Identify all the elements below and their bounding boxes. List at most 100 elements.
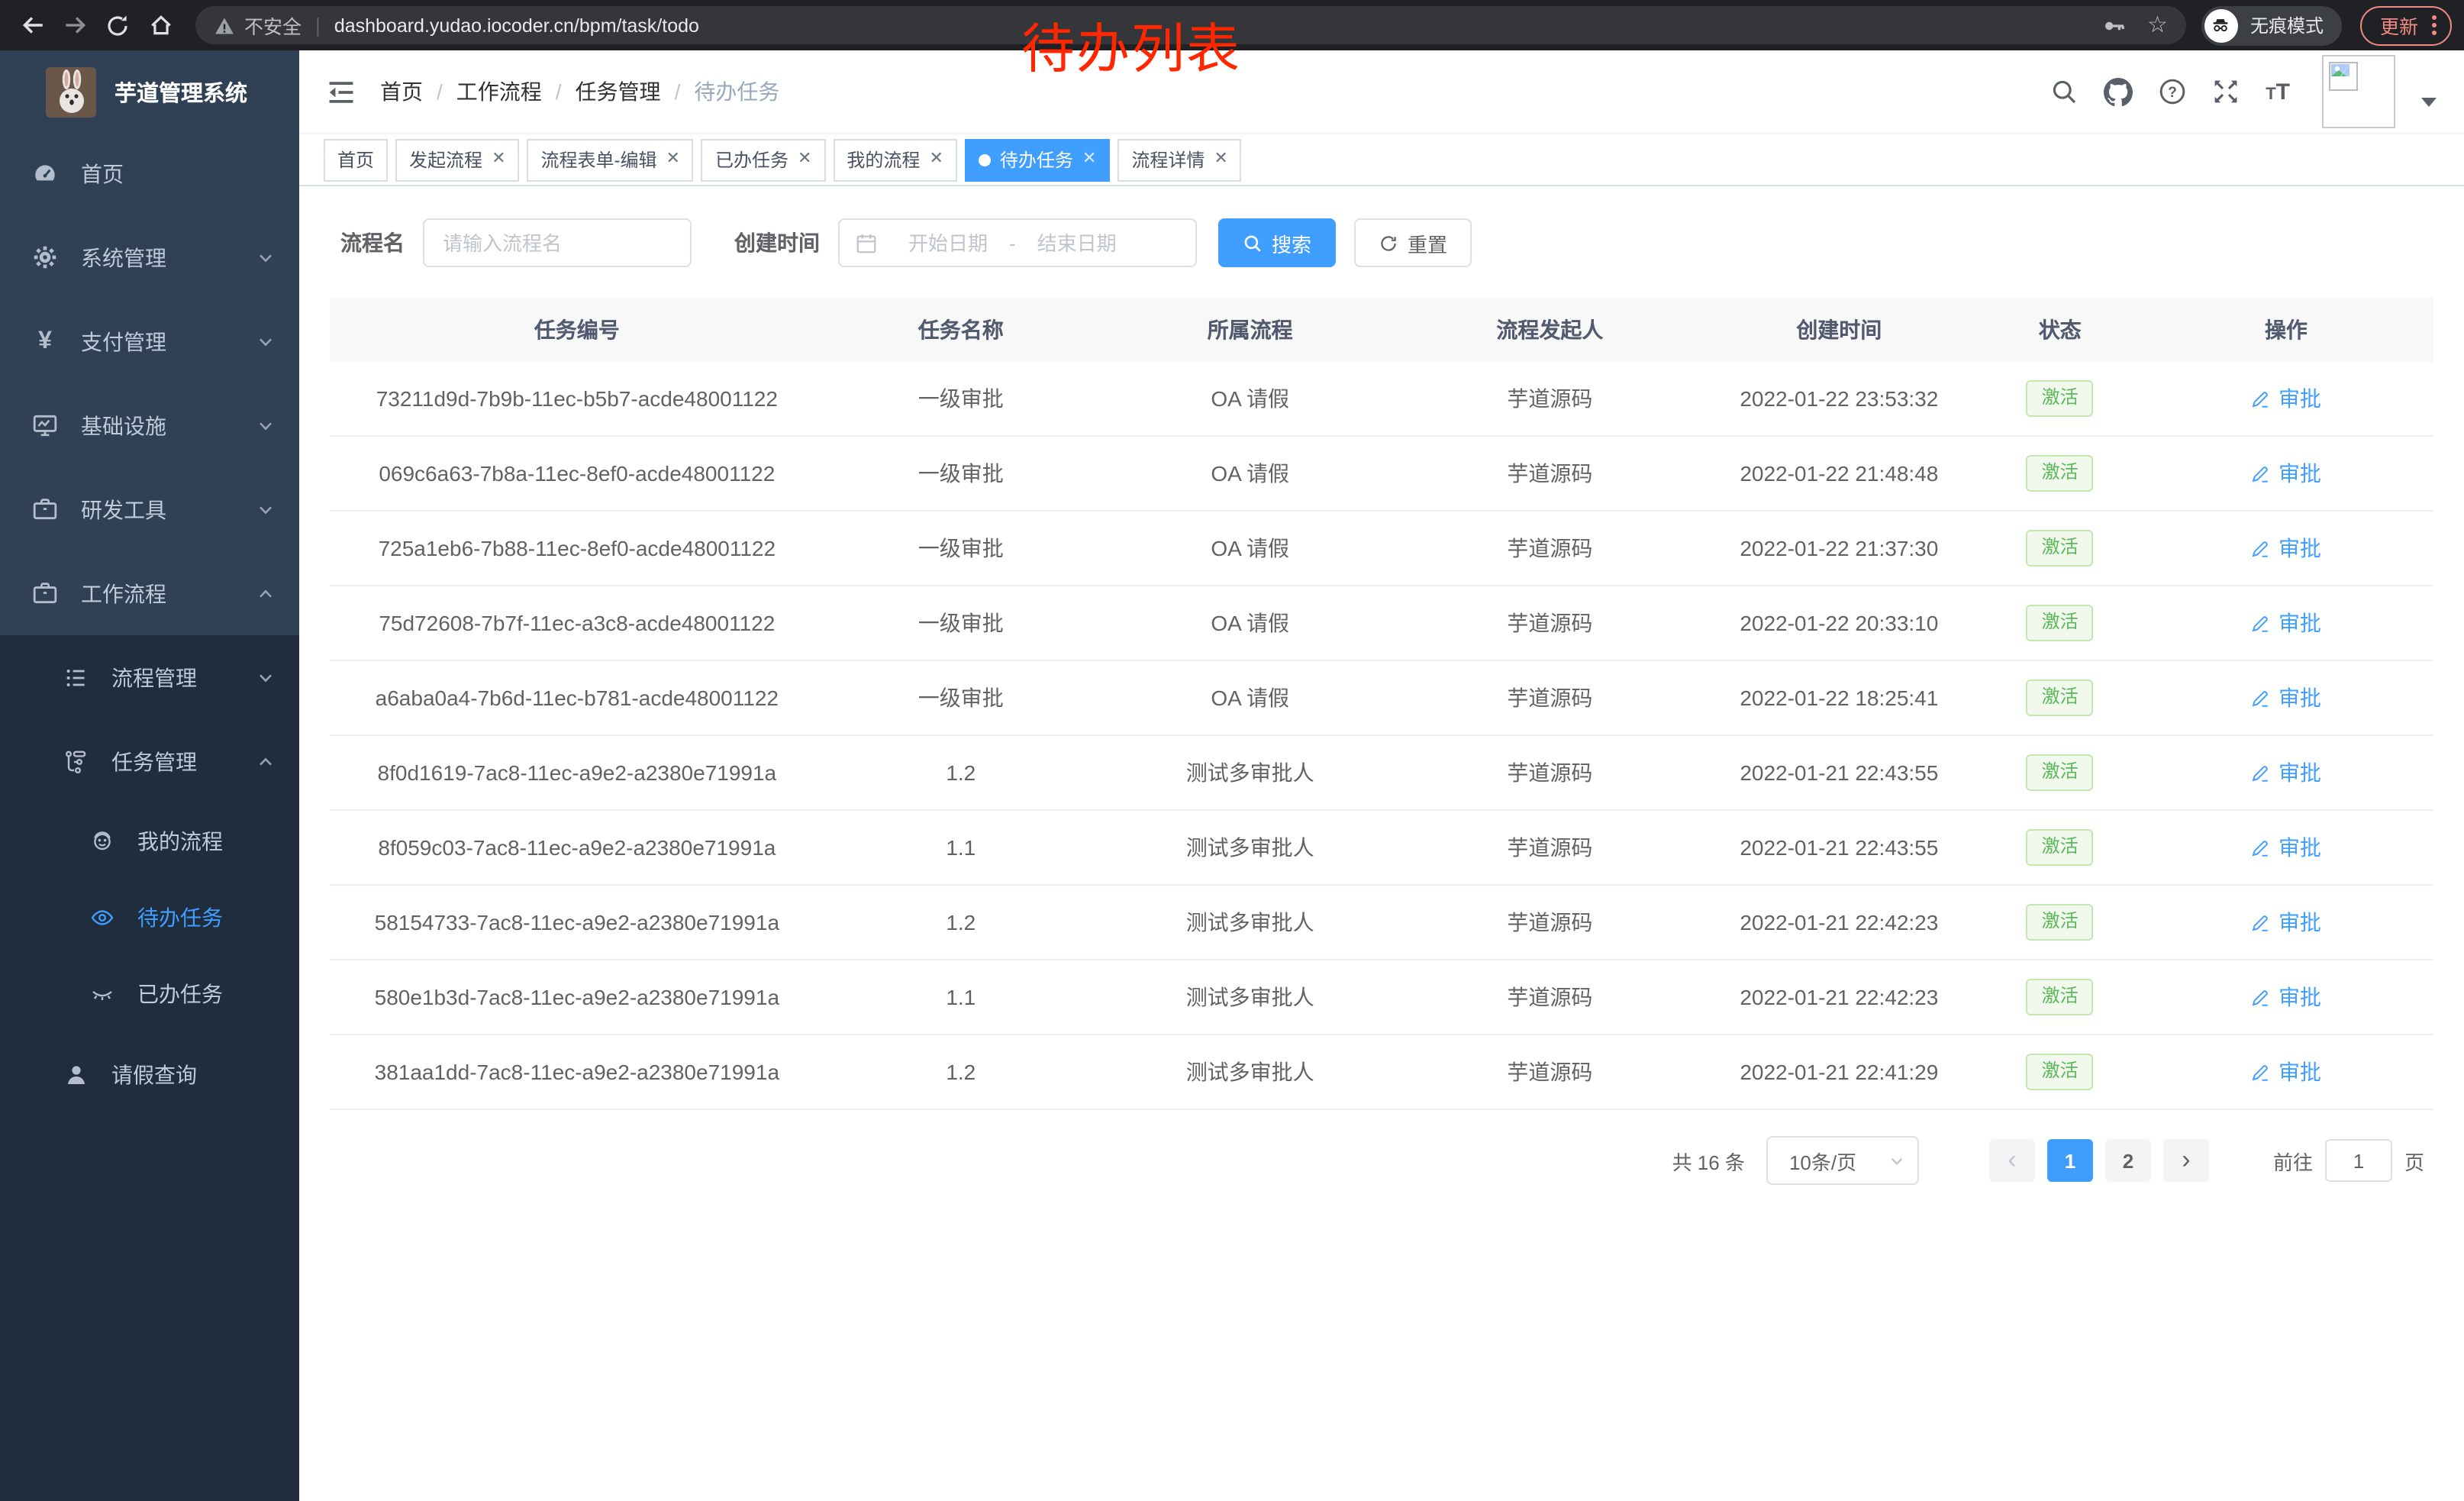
font-size-icon[interactable]: TT xyxy=(2266,79,2290,105)
task-name-cell: 一级审批 xyxy=(824,683,1098,713)
sidebar-item-payment[interactable]: ¥ 支付管理 xyxy=(0,299,299,383)
app-logo-row[interactable]: 芋道管理系统 xyxy=(0,50,299,131)
page-button-2[interactable]: 2 xyxy=(2105,1139,2151,1182)
close-icon[interactable]: ✕ xyxy=(929,151,943,168)
approve-link[interactable]: 审批 xyxy=(2251,458,2321,489)
sidebar-item-home[interactable]: 首页 xyxy=(0,131,299,215)
avatar-dropdown-caret[interactable] xyxy=(2421,98,2437,107)
approve-link[interactable]: 审批 xyxy=(2251,533,2321,563)
chevron-down-icon xyxy=(256,500,275,518)
tab[interactable]: 首页 xyxy=(324,138,388,181)
sidebar-item-devtools[interactable]: 研发工具 xyxy=(0,467,299,551)
status-badge: 激活 xyxy=(2027,1054,2094,1090)
close-icon[interactable]: ✕ xyxy=(798,151,811,168)
app-logo xyxy=(46,67,96,118)
password-key-icon[interactable] xyxy=(2101,13,2126,37)
browser-home-button[interactable] xyxy=(140,5,180,45)
starter-cell: 芋道源码 xyxy=(1403,757,1698,788)
not-secure-label: 不安全 xyxy=(244,11,302,40)
next-page-button[interactable]: › xyxy=(2163,1139,2209,1182)
tree-list-icon xyxy=(63,664,89,690)
sidebar-item-task-mgmt[interactable]: 任务管理 xyxy=(0,719,299,803)
approve-link[interactable]: 审批 xyxy=(2251,907,2321,938)
help-icon[interactable]: ? xyxy=(2159,78,2186,105)
prev-page-button[interactable]: ‹ xyxy=(1989,1139,2035,1182)
created-cell: 2022-01-22 21:37:30 xyxy=(1697,536,1981,560)
task-name-cell: 一级审批 xyxy=(824,458,1098,489)
avatar[interactable] xyxy=(2322,55,2395,128)
end-date-input[interactable] xyxy=(1019,230,1135,256)
process-name-input[interactable] xyxy=(423,218,692,267)
close-icon[interactable]: ✕ xyxy=(1214,151,1227,168)
page-size-select[interactable]: 10条/页 xyxy=(1766,1136,1919,1185)
task-table: 任务编号 任务名称 所属流程 流程发起人 创建时间 状态 操作 73211d9d… xyxy=(330,298,2433,1110)
goto-page-input[interactable] xyxy=(2325,1139,2392,1182)
task-name-cell: 一级审批 xyxy=(824,533,1098,563)
created-cell: 2022-01-22 21:48:48 xyxy=(1697,461,1981,486)
process-cell: OA 请假 xyxy=(1098,383,1403,414)
starter-cell: 芋道源码 xyxy=(1403,458,1698,489)
app-title: 芋道管理系统 xyxy=(114,76,247,108)
task-name-cell: 1.1 xyxy=(824,835,1098,860)
edit-pen-icon xyxy=(2251,538,2271,558)
reset-button[interactable]: 重置 xyxy=(1354,218,1472,267)
process-cell: 测试多审批人 xyxy=(1098,832,1403,863)
not-secure-warning-icon xyxy=(214,15,235,36)
tabs-bar: 首页 发起流程 ✕ 流程表单-编辑 ✕ 已办任务 ✕ 我的流程 ✕ 待办任务 ✕… xyxy=(299,134,2464,186)
eye-closed-icon xyxy=(89,981,114,1007)
table-row: 58154733-7ac8-11ec-a9e2-a2380e71991a 1.2… xyxy=(330,886,2433,960)
tab[interactable]: 已办任务 ✕ xyxy=(701,138,825,181)
created-cell: 2022-01-22 23:53:32 xyxy=(1697,386,1981,411)
browser-forward-button[interactable] xyxy=(55,5,95,45)
close-icon[interactable]: ✕ xyxy=(492,151,505,168)
search-icon[interactable] xyxy=(2050,78,2078,105)
sidebar-collapse-icon[interactable] xyxy=(327,77,356,106)
process-cell: 测试多审批人 xyxy=(1098,757,1403,788)
approve-link[interactable]: 审批 xyxy=(2251,608,2321,638)
task-id-cell: a6aba0a4-7b6d-11ec-b781-acde48001122 xyxy=(330,686,824,710)
table-body: 73211d9d-7b9b-11ec-b5b7-acde48001122 一级审… xyxy=(330,362,2433,1110)
browser-update-menu[interactable]: 更新 xyxy=(2360,5,2452,45)
tab[interactable]: 流程表单-编辑 ✕ xyxy=(527,138,694,181)
breadcrumb-home[interactable]: 首页 xyxy=(380,76,423,107)
process-cell: 测试多审批人 xyxy=(1098,982,1403,1012)
browser-reload-button[interactable] xyxy=(98,5,137,45)
task-name-cell: 1.2 xyxy=(824,1060,1098,1084)
starter-cell: 芋道源码 xyxy=(1403,608,1698,638)
close-icon[interactable]: ✕ xyxy=(1082,151,1096,168)
sidebar-item-process-mgmt[interactable]: 流程管理 xyxy=(0,635,299,719)
tab[interactable]: 待办任务 ✕ xyxy=(965,138,1110,181)
tab[interactable]: 发起流程 ✕ xyxy=(395,138,519,181)
sidebar-item-system[interactable]: 系统管理 xyxy=(0,215,299,299)
approve-link[interactable]: 审批 xyxy=(2251,383,2321,414)
start-date-input[interactable] xyxy=(890,230,1006,256)
task-name-cell: 1.1 xyxy=(824,985,1098,1009)
approve-link[interactable]: 审批 xyxy=(2251,832,2321,863)
browser-back-button[interactable] xyxy=(12,5,52,45)
breadcrumb-workflow[interactable]: 工作流程 xyxy=(456,76,542,107)
close-icon[interactable]: ✕ xyxy=(666,151,680,168)
tab[interactable]: 我的流程 ✕ xyxy=(833,138,956,181)
sidebar-item-my-process[interactable]: 我的流程 xyxy=(0,803,299,880)
sidebar-item-infra[interactable]: 基础设施 xyxy=(0,383,299,467)
sidebar-item-leave-query[interactable]: 请假查询 xyxy=(0,1032,299,1116)
page-button-1[interactable]: 1 xyxy=(2047,1139,2093,1182)
github-icon[interactable] xyxy=(2104,77,2133,106)
breadcrumb-task-mgmt[interactable]: 任务管理 xyxy=(576,76,661,107)
broken-image-icon xyxy=(2328,61,2359,92)
task-name-cell: 1.2 xyxy=(824,760,1098,785)
approve-link[interactable]: 审批 xyxy=(2251,1057,2321,1087)
approve-link[interactable]: 审批 xyxy=(2251,757,2321,788)
approve-link[interactable]: 审批 xyxy=(2251,982,2321,1012)
sidebar-item-workflow[interactable]: 工作流程 xyxy=(0,551,299,635)
fullscreen-icon[interactable] xyxy=(2212,78,2240,105)
approve-link[interactable]: 审批 xyxy=(2251,683,2321,713)
date-range-picker[interactable]: - xyxy=(838,218,1197,267)
bookmark-star-icon[interactable]: ☆ xyxy=(2147,14,2168,37)
incognito-icon xyxy=(2204,8,2238,42)
search-button[interactable]: 搜索 xyxy=(1218,218,1336,267)
sidebar-item-done-tasks[interactable]: 已办任务 xyxy=(0,956,299,1032)
sidebar-item-todo-tasks[interactable]: 待办任务 xyxy=(0,880,299,956)
starter-cell: 芋道源码 xyxy=(1403,907,1698,938)
tab[interactable]: 流程详情 ✕ xyxy=(1118,138,1241,181)
